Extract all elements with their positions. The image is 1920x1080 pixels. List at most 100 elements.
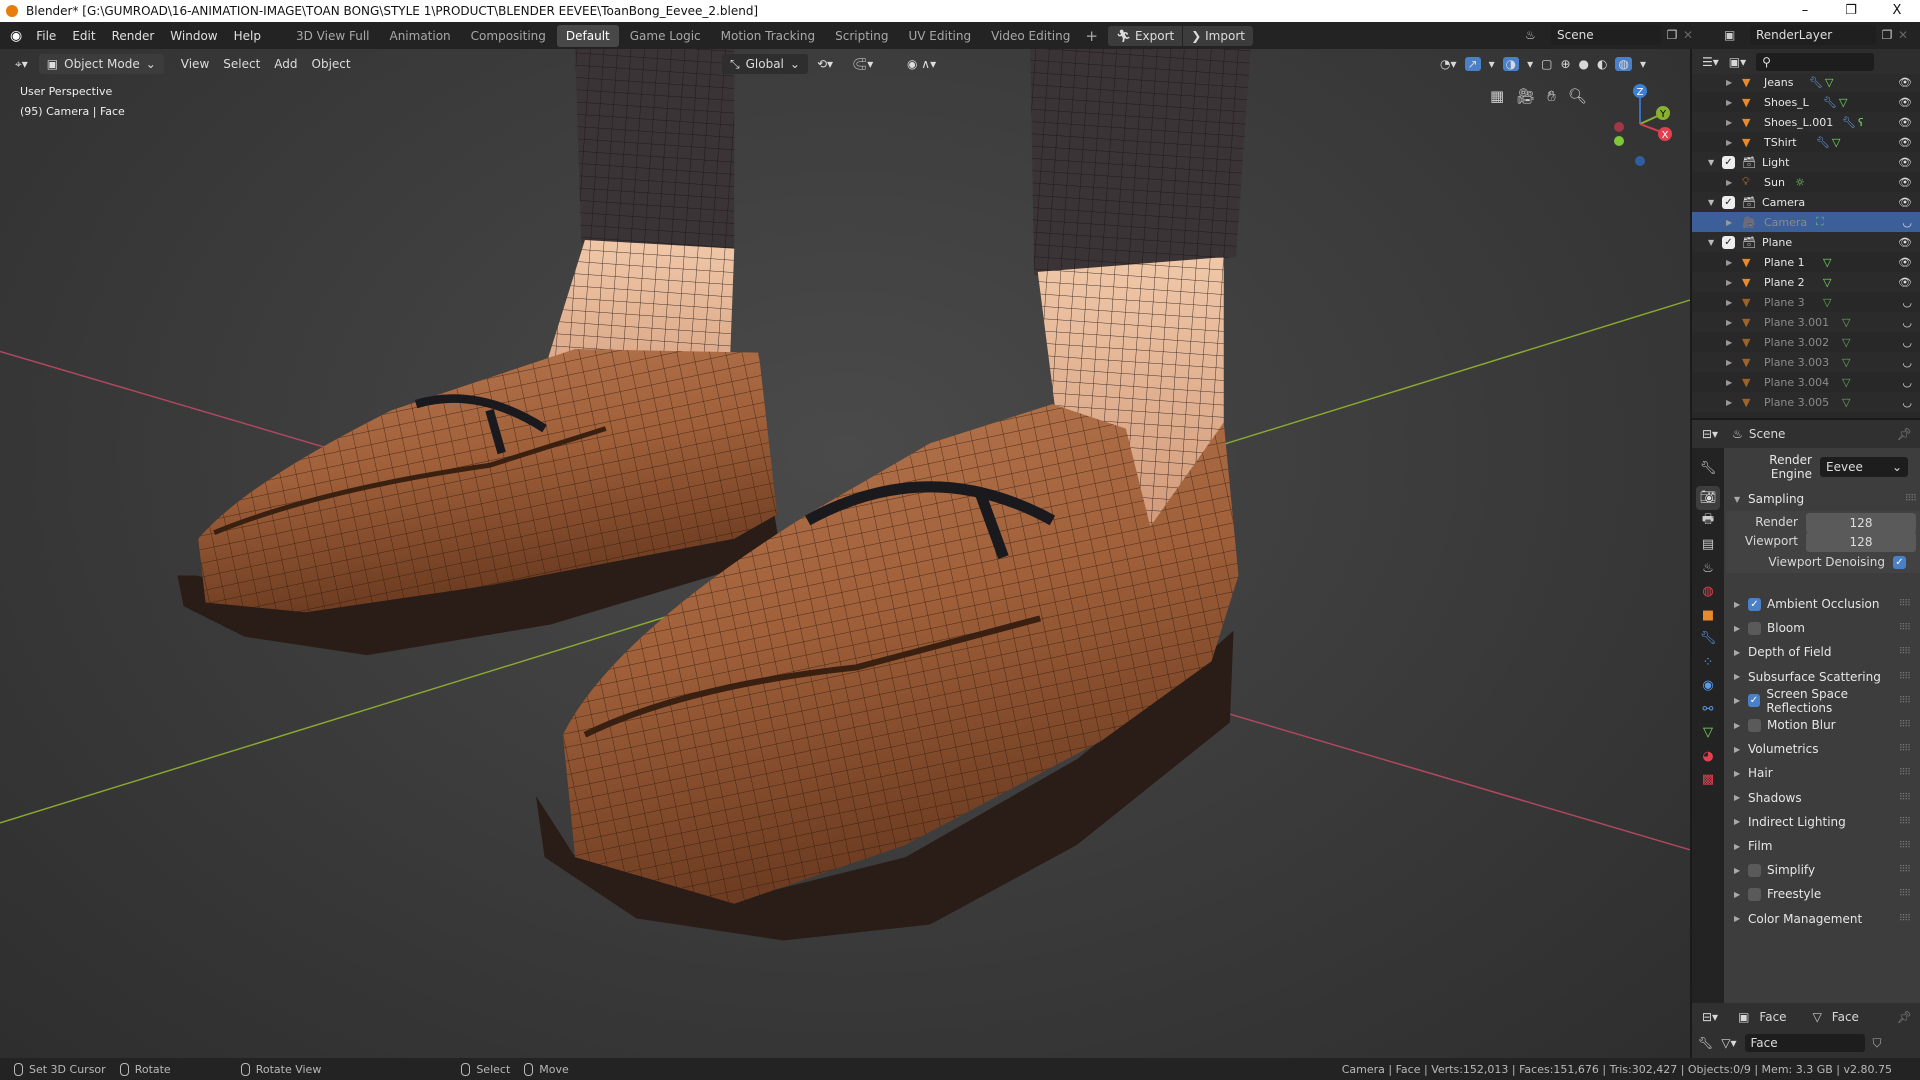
scene-remove-icon[interactable]: ✕ — [1683, 28, 1701, 42]
pin-icon[interactable]: 📌︎ — [1897, 427, 1912, 441]
minimize-button[interactable]: – — [1782, 0, 1828, 22]
mesh-data-icon[interactable]: ▽ — [1842, 356, 1850, 369]
expand-triangle-icon[interactable]: ▼ — [1708, 238, 1714, 247]
eye-open-icon[interactable]: 👁︎ — [1898, 176, 1912, 189]
outliner-item[interactable]: ▶ ▼ Plane 2 ▽ 👁︎ — [1692, 272, 1920, 292]
scene-new-icon[interactable]: ❐ — [1661, 28, 1683, 42]
drag-handle-icon[interactable]: ⠿⠿ — [1899, 672, 1911, 682]
tab-world-icon[interactable]: ◍ — [1696, 580, 1720, 604]
solid-shading-icon[interactable]: ● — [1579, 57, 1589, 71]
expand-triangle-icon[interactable]: ▶ — [1726, 378, 1732, 387]
viewport-samples-field[interactable]: 128 — [1806, 532, 1916, 552]
view-layer-icon[interactable]: ▣ — [1724, 28, 1750, 42]
wireframe-shading-icon[interactable]: ⊕ — [1560, 57, 1570, 71]
outliner-item[interactable]: ▶ ▼ Plane 3.003 ▽ ◡ — [1692, 352, 1920, 372]
eye-open-icon[interactable]: 👁︎ — [1898, 136, 1912, 149]
mode-selector[interactable]: ▣ Object Mode ⌄ — [38, 54, 164, 74]
view-layer-remove-icon[interactable]: ✕ — [1898, 28, 1912, 42]
menu-edit[interactable]: Edit — [64, 29, 103, 43]
drag-handle-icon[interactable]: ⠿⠿ — [1899, 623, 1911, 633]
menu-help[interactable]: Help — [226, 29, 269, 43]
mesh-browse-icon[interactable]: ▽▾ — [1721, 1036, 1736, 1050]
camera-view-icon[interactable]: 🎥︎ — [1516, 87, 1535, 105]
eye-open-icon[interactable]: 👁︎ — [1898, 76, 1912, 89]
tab-data-icon[interactable]: ▽ — [1696, 721, 1720, 745]
blender-menu-icon[interactable]: ◉ — [10, 28, 22, 44]
tab-particles-icon[interactable]: ⁘ — [1696, 650, 1720, 674]
curve-data-icon[interactable]: ʕ — [1858, 116, 1864, 129]
outliner-item[interactable]: ▶ 💡︎ Sun ☼ 👁︎ — [1692, 172, 1920, 192]
view-layer-selector[interactable]: RenderLayer — [1750, 25, 1876, 45]
expand-triangle-icon[interactable]: ▶ — [1726, 358, 1732, 367]
outliner-item[interactable]: ▶ ▼ Plane 3.001 ▽ ◡ — [1692, 312, 1920, 332]
outliner-search-input[interactable]: ⚲ — [1756, 52, 1875, 71]
overlays-icon[interactable]: ◑ — [1502, 57, 1520, 71]
panel-bloom[interactable]: ▶ Bloom ⠿⠿ — [1734, 617, 1914, 639]
rendered-shading-icon[interactable]: ◍ — [1615, 57, 1632, 71]
fake-user-shield-icon[interactable]: ⛉ — [1873, 1036, 1882, 1051]
panel-enable-checkbox[interactable]: ✓ — [1748, 597, 1761, 611]
modifier-wrench-icon[interactable]: 🔧︎ — [1842, 116, 1856, 129]
outliner-item[interactable]: ▼ ✓ 🗃︎ Camera 👁︎ — [1692, 192, 1920, 212]
expand-triangle-icon[interactable]: ▶ — [1726, 218, 1732, 227]
drag-handle-icon[interactable]: ⠿⠿ — [1905, 494, 1917, 504]
outliner-item[interactable]: ▶ ▼ TShirt 🔧︎ ▽ 👁︎ — [1692, 132, 1920, 152]
mesh-data-icon[interactable]: ▽ — [1823, 296, 1831, 309]
tab-workspace-animation[interactable]: Animation — [380, 25, 459, 47]
editor-type-icon[interactable]: ⊟▾ — [1702, 427, 1718, 441]
eye-closed-icon[interactable]: ◡ — [1902, 216, 1912, 229]
eye-open-icon[interactable]: 👁︎ — [1898, 236, 1912, 249]
eye-closed-icon[interactable]: ◡ — [1902, 316, 1912, 329]
expand-triangle-icon[interactable]: ▶ — [1726, 278, 1732, 287]
grid-view-icon[interactable]: ▦ — [1490, 87, 1504, 105]
filter-icon[interactable]: ▣▾ — [1729, 55, 1746, 69]
tab-texture-icon[interactable]: ▩ — [1696, 768, 1720, 792]
mesh-data-icon[interactable]: ▽ — [1842, 396, 1850, 409]
panel-simplify[interactable]: ▶ Simplify ⠿⠿ — [1734, 859, 1914, 881]
xray-icon[interactable]: ▢ — [1541, 57, 1552, 71]
expand-triangle-icon[interactable]: ▶ — [1726, 338, 1732, 347]
eye-open-icon[interactable]: 👁︎ — [1898, 196, 1912, 209]
eye-closed-icon[interactable]: ◡ — [1902, 396, 1912, 409]
panel-indirect-lighting[interactable]: ▶ Indirect Lighting ⠿⠿ — [1734, 811, 1914, 833]
menu-window[interactable]: Window — [162, 29, 225, 43]
material-shading-icon[interactable]: ◐ — [1597, 57, 1607, 71]
expand-triangle-icon[interactable]: ▶ — [1726, 118, 1732, 127]
eye-closed-icon[interactable]: ◡ — [1902, 356, 1912, 369]
panel-enable-checkbox[interactable]: ✓ — [1747, 694, 1761, 708]
pin-icon[interactable]: 📌︎ — [1897, 1010, 1912, 1024]
mesh-data-icon[interactable]: ▽ — [1823, 256, 1831, 269]
render-engine-dropdown[interactable]: Eevee ⌄ — [1820, 457, 1908, 477]
scene-icon[interactable]: ♨ — [1525, 28, 1551, 42]
tab-scene-icon[interactable]: ♨ — [1696, 556, 1720, 580]
drag-handle-icon[interactable]: ⠿⠿ — [1899, 793, 1911, 803]
expand-triangle-icon[interactable]: ▼ — [1708, 158, 1714, 167]
eye-open-icon[interactable]: 👁︎ — [1898, 96, 1912, 109]
panel-film[interactable]: ▶ Film ⠿⠿ — [1734, 835, 1914, 857]
collection-include-checkbox[interactable]: ✓ — [1722, 235, 1735, 249]
outliner-item[interactable]: ▶ ▼ Plane 3.004 ▽ ◡ — [1692, 372, 1920, 392]
tab-workspace-uv-editing[interactable]: UV Editing — [899, 25, 980, 47]
expand-triangle-icon[interactable]: ▶ — [1726, 258, 1732, 267]
shading-options-icon[interactable]: ▾ — [1640, 57, 1646, 71]
modifier-wrench-icon[interactable]: 🔧︎ — [1809, 76, 1823, 89]
outliner-item[interactable]: ▶ ▼ Plane 3.002 ▽ ◡ — [1692, 332, 1920, 352]
outliner-item[interactable]: ▼ ✓ 🗃︎ Plane 👁︎ — [1692, 232, 1920, 252]
outliner-item[interactable]: ▶ ▼ Jeans 🔧︎ ▽ 👁︎ — [1692, 74, 1920, 92]
collection-include-checkbox[interactable]: ✓ — [1722, 195, 1735, 209]
panel-shadows[interactable]: ▶ Shadows ⠿⠿ — [1734, 787, 1914, 809]
drag-handle-icon[interactable]: ⠿⠿ — [1899, 720, 1911, 730]
pivot-icon[interactable]: ⟲▾ — [810, 57, 840, 71]
menu-object[interactable]: Object — [305, 57, 358, 71]
panel-volumetrics[interactable]: ▶ Volumetrics ⠿⠿ — [1734, 738, 1914, 760]
snap-icon[interactable]: 🧲︎▾ — [845, 57, 880, 71]
expand-triangle-icon[interactable]: ▶ — [1726, 78, 1732, 87]
eye-closed-icon[interactable]: ◡ — [1902, 296, 1912, 309]
gizmo-toggle-icon[interactable]: ↗ — [1464, 57, 1481, 71]
collection-include-checkbox[interactable]: ✓ — [1722, 155, 1735, 169]
eye-open-icon[interactable]: 👁︎ — [1898, 156, 1912, 169]
navigation-gizmo[interactable]: Z Y X — [1600, 79, 1680, 169]
add-workspace-button[interactable]: + — [1085, 27, 1098, 45]
expand-triangle-icon[interactable]: ▶ — [1726, 98, 1732, 107]
panel-screen-space-reflections[interactable]: ▶ ✓ Screen Space Reflections ⠿⠿ — [1734, 687, 1914, 715]
